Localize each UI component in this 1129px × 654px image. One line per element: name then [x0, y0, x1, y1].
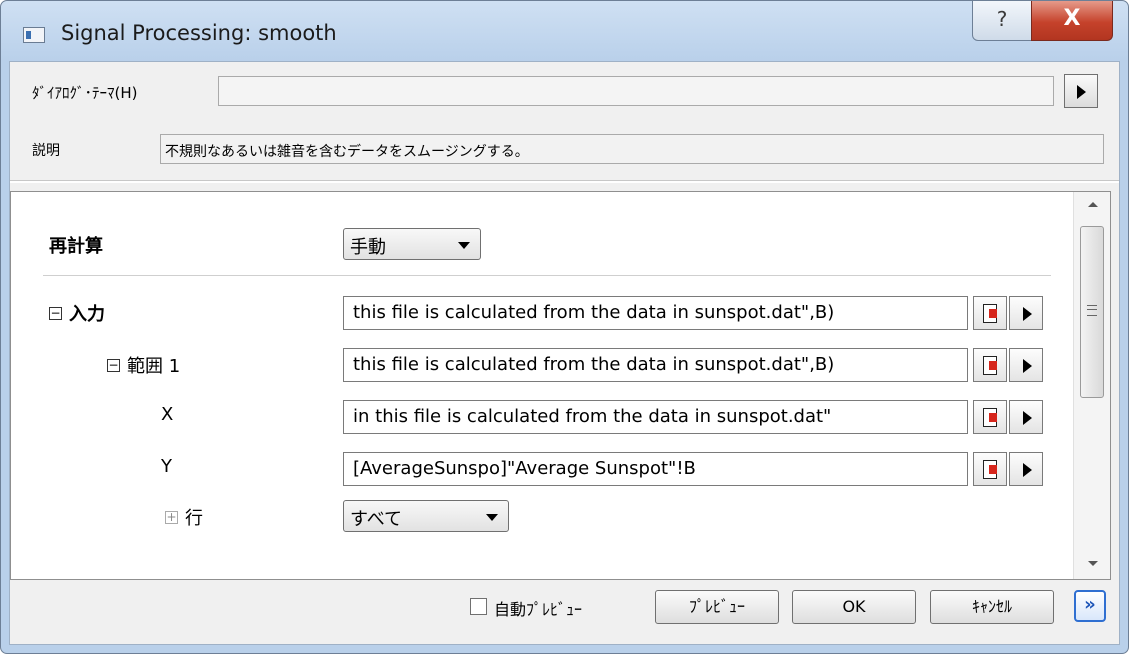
play-arrow-icon: [1023, 307, 1032, 321]
cancel-button[interactable]: ｷｬﾝｾﾙ: [930, 590, 1054, 624]
recalc-value: 手動: [350, 237, 386, 258]
input-label: 入力: [69, 304, 105, 325]
close-button[interactable]: X: [1031, 1, 1113, 41]
divider: [10, 180, 1119, 183]
help-button[interactable]: ?: [972, 1, 1032, 41]
recalc-label: 再計算: [49, 236, 103, 257]
x-label: X: [161, 404, 174, 425]
play-arrow-icon: [1076, 84, 1086, 99]
x-menu-button[interactable]: [1009, 400, 1043, 434]
auto-preview-checkbox[interactable]: [470, 598, 487, 615]
x-field[interactable]: in this file is calculated from the data…: [343, 400, 968, 434]
theme-menu-button[interactable]: [1064, 74, 1098, 108]
y-label: Y: [161, 456, 172, 477]
rows-dropdown[interactable]: すべて: [343, 500, 509, 532]
y-field[interactable]: [AverageSunspo]"Average Sunspot"!B: [343, 452, 968, 486]
collapse-icon[interactable]: −: [49, 307, 62, 320]
row-divider: [43, 275, 1051, 276]
y-menu-button[interactable]: [1009, 452, 1043, 486]
parameter-panel: 再計算 手動 − 入力 this file is calculated from…: [10, 191, 1111, 580]
range-menu-button[interactable]: [1009, 348, 1043, 382]
input-menu-button[interactable]: [1009, 296, 1043, 330]
preview-button[interactable]: ﾌﾟﾚﾋﾞｭｰ: [655, 590, 779, 624]
theme-label: ﾀﾞｲｱﾛｸﾞ･ﾃｰﾏ(H): [32, 84, 138, 102]
scroll-up-icon[interactable]: [1088, 202, 1098, 207]
scroll-thumb[interactable]: [1080, 226, 1104, 398]
chevron-down-icon: [458, 242, 470, 249]
description-label: 説明: [32, 143, 60, 159]
expand-button[interactable]: »: [1074, 590, 1106, 622]
app-icon: [23, 27, 45, 43]
dialog-window: Signal Processing: smooth ? X ﾀﾞｲｱﾛｸﾞ･ﾃｰ…: [0, 0, 1129, 654]
rows-value: すべて: [350, 509, 403, 530]
window-title: Signal Processing: smooth: [61, 21, 337, 45]
ok-button[interactable]: OK: [792, 590, 916, 624]
rows-label: 行: [185, 508, 203, 529]
recalc-dropdown[interactable]: 手動: [343, 228, 481, 260]
range-label: 範囲 1: [127, 356, 181, 377]
select-data-icon[interactable]: [973, 348, 1007, 382]
theme-combobox[interactable]: [218, 76, 1054, 106]
scroll-down-icon[interactable]: [1088, 561, 1098, 566]
grip-icon: [1087, 305, 1097, 316]
title-bar[interactable]: Signal Processing: smooth ? X: [1, 1, 1128, 61]
auto-preview-label: 自動ﾌﾟﾚﾋﾞｭｰ: [494, 600, 583, 619]
range-field[interactable]: this file is calculated from the data in…: [343, 348, 968, 382]
description-field: 不規則なあるいは雑音を含むデータをスムージングする。: [160, 134, 1104, 164]
play-arrow-icon: [1023, 359, 1032, 373]
select-data-icon[interactable]: [973, 400, 1007, 434]
chevron-down-icon: [486, 514, 498, 521]
input-field[interactable]: this file is calculated from the data in…: [343, 296, 968, 330]
collapse-icon[interactable]: −: [107, 359, 120, 372]
select-data-icon[interactable]: [973, 452, 1007, 486]
expand-icon[interactable]: +: [165, 511, 178, 524]
vertical-scrollbar[interactable]: [1073, 192, 1110, 579]
play-arrow-icon: [1023, 411, 1032, 425]
play-arrow-icon: [1023, 463, 1032, 477]
select-data-icon[interactable]: [973, 296, 1007, 330]
dialog-body: ﾀﾞｲｱﾛｸﾞ･ﾃｰﾏ(H) 説明 不規則なあるいは雑音を含むデータをスムージン…: [9, 61, 1120, 645]
